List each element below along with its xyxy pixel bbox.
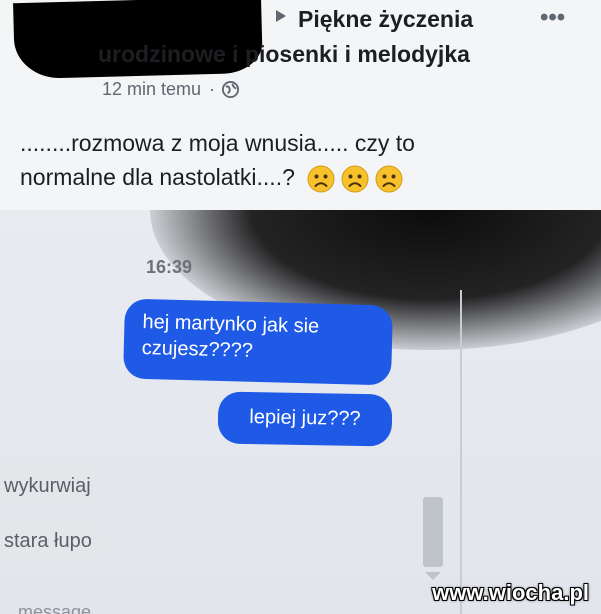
group-name[interactable]: Piękne życzenia xyxy=(298,6,473,33)
more-options-icon[interactable]: ••• xyxy=(540,4,565,32)
post-meta: 12 min temu · xyxy=(102,79,240,100)
facebook-post: Piękne życzenia urodzinowe i piosenki i … xyxy=(0,0,601,210)
meta-separator: · xyxy=(209,79,216,99)
chat-screenshot-photo: 16:39 hej martynko jak sie czujesz???? l… xyxy=(0,210,601,614)
group-name-continued[interactable]: urodzinowe i piosenki i melodyjka xyxy=(98,41,470,68)
scrollbar-thumb[interactable] xyxy=(423,497,443,567)
sent-message[interactable]: lepiej juz??? xyxy=(217,391,393,447)
frowning-face-icon xyxy=(307,165,335,193)
message-input[interactable]: message xyxy=(18,602,91,614)
globe-icon[interactable] xyxy=(221,80,240,99)
chat-timestamp: 16:39 xyxy=(146,257,193,277)
frowning-face-icon xyxy=(375,165,403,193)
site-watermark: www.wiocha.pl xyxy=(432,580,589,605)
arrow-right-icon xyxy=(276,10,286,22)
received-message[interactable]: stara łupo xyxy=(0,520,108,562)
sent-message[interactable]: hej martynko jak sie czujesz???? xyxy=(122,298,394,386)
emoji-group xyxy=(307,165,403,193)
frowning-face-icon xyxy=(341,165,369,193)
panel-divider xyxy=(460,290,462,614)
post-text: ........rozmowa z moja wnusia..... czy t… xyxy=(20,126,490,194)
post-timestamp[interactable]: 12 min temu xyxy=(102,79,201,100)
scroll-down-arrow-icon[interactable] xyxy=(425,572,441,580)
received-message[interactable]: wykurwiaj xyxy=(0,465,107,507)
